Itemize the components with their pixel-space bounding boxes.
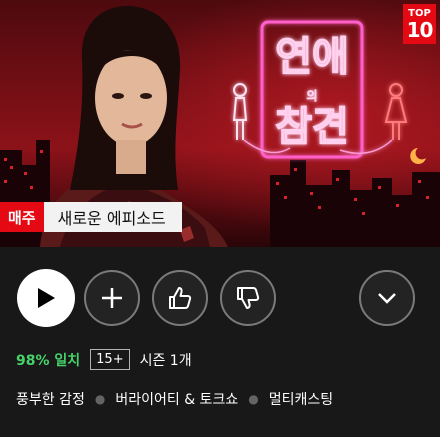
- genre-tags: 풍부한 감정 ● 버라이어티 & 토크쇼 ● 멀티캐스팅: [16, 389, 333, 409]
- new-episode-badge: 매주 새로운 에피소드: [0, 202, 182, 232]
- genre-tag: 멀티캐스팅: [268, 392, 334, 408]
- svg-text:참견: 참견: [275, 104, 349, 150]
- separator-dot-icon: ●: [94, 392, 106, 406]
- season-count: 시즌 1개: [139, 352, 192, 369]
- hero-artwork: 연애 의 참견 TOP 10 매주 새로운 에피소드: [0, 0, 440, 247]
- svg-text:의: 의: [306, 89, 317, 103]
- dislike-button[interactable]: [220, 270, 276, 326]
- chevron-down-icon: [378, 293, 396, 304]
- thumbs-up-icon: [169, 287, 192, 309]
- title-metadata: 98% 일치 15+ 시즌 1개: [16, 349, 192, 370]
- like-button[interactable]: [152, 270, 208, 326]
- play-button[interactable]: [17, 269, 75, 327]
- genre-tag: 버라이어티 & 토크쇼: [115, 392, 239, 408]
- thumbs-down-icon: [237, 287, 260, 309]
- more-info-button[interactable]: [359, 270, 415, 326]
- plus-icon: [102, 288, 122, 308]
- top10-badge: TOP 10: [403, 4, 436, 44]
- genre-tag: 풍부한 감정: [16, 392, 85, 408]
- weekly-label: 매주: [0, 202, 44, 232]
- svg-text:연애: 연애: [275, 34, 349, 80]
- play-icon: [38, 288, 55, 308]
- new-episode-label: 새로운 에피소드: [43, 202, 182, 232]
- title-card[interactable]: 연애 의 참견 TOP 10 매주 새로운 에피소드 98% 일치 15+ 시즌…: [0, 0, 440, 437]
- maturity-rating-badge: 15+: [90, 349, 130, 370]
- action-controls: [0, 269, 440, 330]
- add-to-list-button[interactable]: [84, 270, 140, 326]
- top10-badge-line2: 10: [406, 18, 434, 42]
- separator-dot-icon: ●: [248, 392, 259, 406]
- match-score: 98% 일치: [16, 352, 81, 369]
